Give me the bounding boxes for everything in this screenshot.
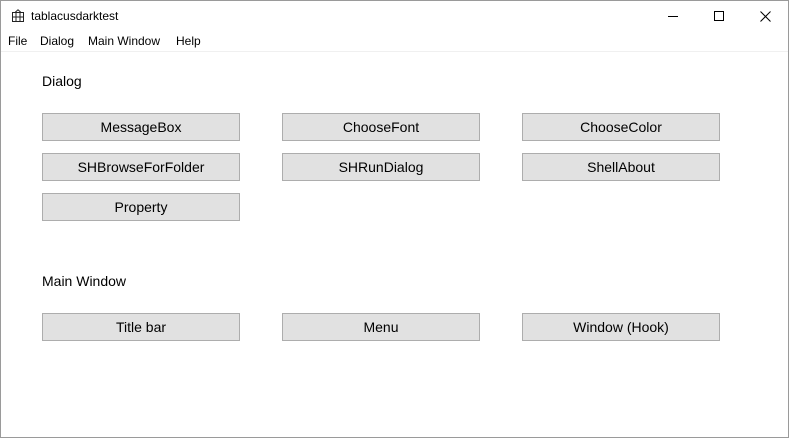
minimize-button[interactable] — [650, 1, 696, 31]
property-button[interactable]: Property — [42, 193, 240, 221]
title-bar-button[interactable]: Title bar — [42, 313, 240, 341]
maximize-button[interactable] — [696, 1, 742, 31]
window-title: tablacusdarktest — [31, 9, 119, 23]
dialog-section-label: Dialog — [42, 73, 82, 89]
close-icon — [759, 10, 771, 22]
shellabout-button[interactable]: ShellAbout — [522, 153, 720, 181]
maximize-icon — [714, 11, 724, 21]
close-button[interactable] — [742, 1, 788, 31]
menu-item-file[interactable]: File — [8, 34, 27, 48]
choosefont-button[interactable]: ChooseFont — [282, 113, 480, 141]
menu-button[interactable]: Menu — [282, 313, 480, 341]
title-bar[interactable]: tablacusdarktest — [1, 1, 788, 31]
menu-item-dialog[interactable]: Dialog — [40, 34, 74, 48]
app-window: tablacusdarktest File Dialog Main Window… — [0, 0, 789, 438]
messagebox-button[interactable]: MessageBox — [42, 113, 240, 141]
app-grid-icon — [11, 9, 25, 23]
choosecolor-button[interactable]: ChooseColor — [522, 113, 720, 141]
shrundialog-button[interactable]: SHRunDialog — [282, 153, 480, 181]
minimize-icon — [668, 11, 678, 21]
menu-bar: File Dialog Main Window Help — [1, 31, 788, 52]
menu-item-help[interactable]: Help — [176, 34, 201, 48]
main-window-section-label: Main Window — [42, 273, 127, 289]
window-hook-button[interactable]: Window (Hook) — [522, 313, 720, 341]
shbrowseforfolder-button[interactable]: SHBrowseForFolder — [42, 153, 240, 181]
menu-item-main-window[interactable]: Main Window — [88, 34, 160, 48]
